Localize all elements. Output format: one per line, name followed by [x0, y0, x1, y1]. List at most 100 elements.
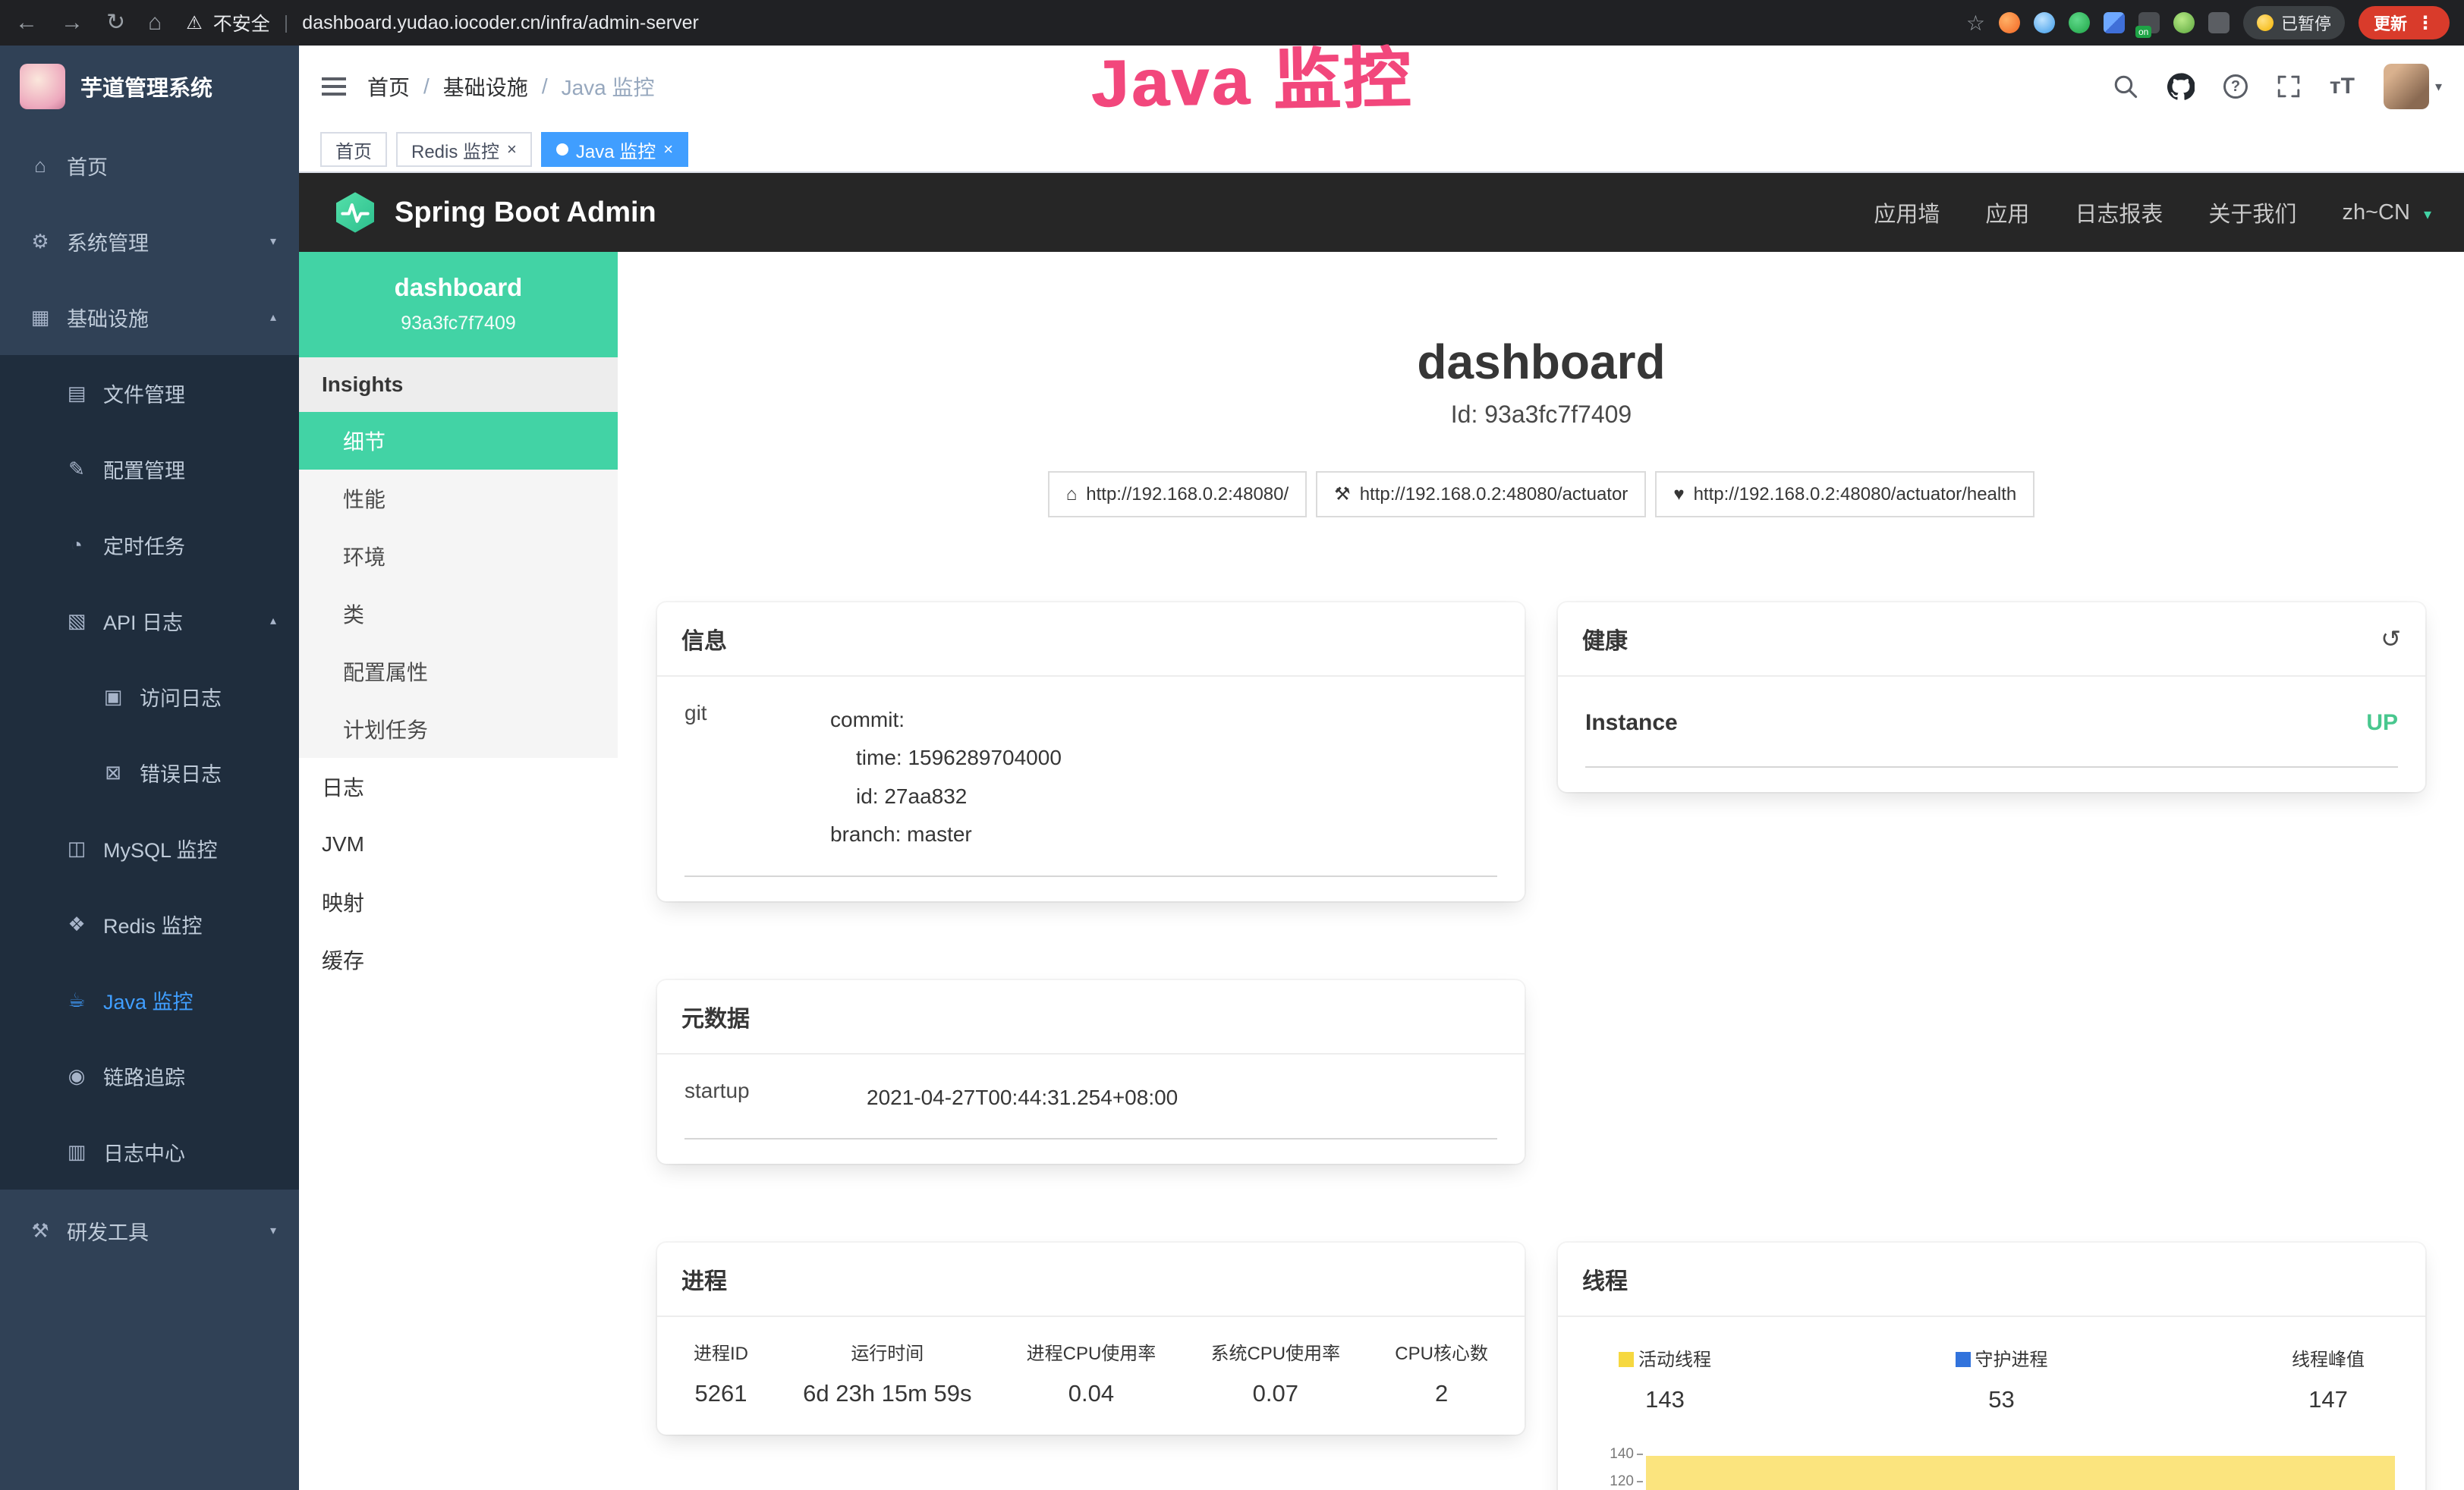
leaf-extension-icon[interactable] — [2173, 12, 2195, 33]
page-title: dashboard — [657, 334, 2425, 390]
bookmark-star-icon[interactable]: ☆ — [1966, 11, 1985, 36]
sidebar-item-java-monitor[interactable]: ☕ Java 监控 — [0, 962, 299, 1038]
fullscreen-icon[interactable] — [2277, 74, 2301, 99]
sba-menu-config-props[interactable]: 配置属性 — [299, 643, 618, 700]
sba-menu-classes[interactable]: 类 — [299, 585, 618, 643]
sidebar-item-error-log[interactable]: ⊠ 错误日志 — [0, 734, 299, 810]
endpoint-health-link[interactable]: ♥ http://192.168.0.2:48080/actuator/heal… — [1655, 471, 2034, 517]
endpoint-actuator-link[interactable]: ⚒ http://192.168.0.2:48080/actuator — [1316, 471, 1646, 517]
info-key: git — [684, 701, 830, 854]
sidebar-item-infrastructure[interactable]: ▦ 基础设施 ▴ — [0, 279, 299, 355]
home-icon: ⌂ — [29, 154, 52, 178]
font-size-icon[interactable]: ᴛT — [2330, 74, 2355, 99]
breadcrumb-infrastructure[interactable]: 基础设施 — [443, 71, 528, 102]
paused-badge[interactable]: 已暂停 — [2243, 6, 2345, 39]
sba-instance-header[interactable]: dashboard 93a3fc7f7409 — [299, 252, 618, 357]
drop-extension-icon[interactable] — [2034, 12, 2055, 33]
sidebar-item-dev-tools[interactable]: ⚒ 研发工具 ▾ — [0, 1193, 299, 1268]
puzzle-extension-icon[interactable] — [2208, 12, 2230, 33]
status-badge: UP — [2366, 710, 2398, 736]
sba-nav-applications[interactable]: 应用 — [1985, 196, 2029, 228]
fox-extension-icon[interactable] — [1999, 12, 2020, 33]
app-window: 芋道管理系统 ⌂ 首页 ⚙ 系统管理 ▾ ▦ 基础设施 ▴ ▤ 文件管理 ✎ — [0, 46, 2464, 1490]
help-icon[interactable]: ? — [2223, 74, 2248, 99]
sidebar-item-config-management[interactable]: ✎ 配置管理 — [0, 431, 299, 507]
y-tick: 120 — [1579, 1474, 1643, 1490]
sidebar-item-label: Redis 监控 — [103, 910, 203, 939]
sidebar-item-scheduled-tasks[interactable]: ◔ 定时任务 — [0, 507, 299, 583]
github-icon[interactable] — [2167, 73, 2195, 100]
sba-brand[interactable]: Spring Boot Admin — [395, 196, 656, 229]
sidebar-item-trace[interactable]: ◉ 链路追踪 — [0, 1038, 299, 1114]
sba-nav-about[interactable]: 关于我们 — [2208, 196, 2296, 228]
sba-navbar: Spring Boot Admin 应用墙 应用 日志报表 关于我们 zh~CN… — [299, 173, 2464, 252]
sidebar-item-label: 链路追踪 — [103, 1061, 185, 1091]
sidebar-item-file-management[interactable]: ▤ 文件管理 — [0, 355, 299, 431]
git-commit-time: time: 1596289704000 — [830, 739, 1497, 777]
error-log-icon: ⊠ — [102, 761, 124, 784]
sba-menu-logs[interactable]: 日志 — [299, 758, 618, 816]
address-bar[interactable]: ⚠ 不安全 | dashboard.yudao.iocoder.cn/infra… — [177, 9, 1951, 36]
close-icon[interactable]: × — [663, 141, 673, 158]
sba-menu-environment[interactable]: 环境 — [299, 527, 618, 585]
sba-menu-mappings[interactable]: 映射 — [299, 873, 618, 931]
sba-menu-scheduled[interactable]: 计划任务 — [299, 700, 618, 758]
update-button[interactable]: 更新 ⋮ — [2359, 6, 2450, 39]
process-col-process-cpu: 进程CPU使用率 0.04 — [1027, 1338, 1156, 1407]
sidebar-item-system-management[interactable]: ⚙ 系统管理 ▾ — [0, 203, 299, 279]
sba-nav-wallboard[interactable]: 应用墙 — [1874, 196, 1940, 228]
tab-home[interactable]: 首页 — [320, 132, 387, 167]
close-icon[interactable]: × — [507, 141, 517, 158]
tab-redis-monitor[interactable]: Redis 监控 × — [396, 132, 532, 167]
tab-java-monitor[interactable]: Java 监控 × — [541, 132, 688, 167]
legend-label: 活动线程 — [1638, 1350, 1711, 1370]
reload-icon[interactable]: ↻ — [106, 11, 125, 34]
app-logo[interactable]: 芋道管理系统 — [0, 46, 299, 127]
sidebar-item-label: 日志中心 — [103, 1137, 185, 1167]
browser-toolbar-right: ☆ on 已暂停 更新 ⋮ — [1966, 6, 2450, 39]
sidebar-item-api-log[interactable]: ▧ API 日志 ▴ — [0, 583, 299, 659]
sba-menu-caches[interactable]: 缓存 — [299, 931, 618, 989]
security-label[interactable]: 不安全 — [213, 9, 270, 36]
search-icon[interactable] — [2113, 74, 2138, 99]
forward-icon[interactable]: → — [61, 11, 83, 34]
user-avatar[interactable]: ▾ — [2384, 64, 2442, 109]
sidebar-toggle-icon[interactable] — [322, 77, 346, 96]
url-text[interactable]: dashboard.yudao.iocoder.cn/infra/admin-s… — [302, 12, 699, 34]
chevron-down-icon: ▾ — [270, 234, 276, 249]
sba-instance-name: dashboard — [311, 273, 606, 302]
info-card: 信息 git commit: time: 1596289704000 id: 2… — [657, 602, 1525, 901]
endpoint-root-link[interactable]: ⌂ http://192.168.0.2:48080/ — [1048, 471, 1307, 517]
endpoint-url: http://192.168.0.2:48080/actuator/health — [1694, 484, 2017, 505]
column-header: 系统CPU使用率 — [1210, 1338, 1340, 1365]
timer-icon: ◔ — [65, 533, 88, 557]
sba-menu-metrics[interactable]: 性能 — [299, 470, 618, 527]
sba-menu-jvm[interactable]: JVM — [299, 816, 618, 873]
sba-nav-journal[interactable]: 日志报表 — [2075, 196, 2163, 228]
grid-extension-icon[interactable] — [2104, 12, 2125, 33]
sba-language-select[interactable]: zh~CN ▾ — [2342, 200, 2431, 225]
sba-logo-icon[interactable] — [332, 190, 378, 235]
history-icon[interactable]: ↺ — [2381, 627, 2401, 651]
sidebar-item-mysql-monitor[interactable]: ◫ MySQL 监控 — [0, 810, 299, 886]
sba-menu-details[interactable]: 细节 — [299, 412, 618, 470]
sidebar-item-access-log[interactable]: ▣ 访问日志 — [0, 659, 299, 734]
switch-extension-icon[interactable]: on — [2138, 12, 2160, 33]
access-log-icon: ▣ — [102, 685, 124, 709]
sidebar-item-home[interactable]: ⌂ 首页 — [0, 127, 299, 203]
kebab-menu-icon[interactable]: ⋮ — [2416, 12, 2434, 34]
chart-y-axis: 140 120 100 — [1579, 1447, 1643, 1490]
home-icon[interactable]: ⌂ — [148, 11, 162, 34]
sidebar-item-log-center[interactable]: ▥ 日志中心 — [0, 1114, 299, 1190]
back-icon[interactable]: ← — [15, 11, 38, 34]
metadata-startup-row: startup 2021-04-27T00:44:31.254+08:00 — [684, 1055, 1497, 1140]
sidebar-item-redis-monitor[interactable]: ❖ Redis 监控 — [0, 886, 299, 962]
trace-icon: ◉ — [65, 1064, 88, 1088]
green-circle-extension-icon[interactable] — [2069, 12, 2090, 33]
cell-value: 0.04 — [1027, 1380, 1156, 1407]
sidebar-item-label: 访问日志 — [140, 682, 222, 712]
tab-label: Java 监控 — [576, 137, 656, 163]
breadcrumb-home[interactable]: 首页 — [367, 71, 410, 102]
wrench-icon: ⚒ — [1334, 483, 1351, 505]
app-title: 芋道管理系统 — [80, 71, 212, 102]
